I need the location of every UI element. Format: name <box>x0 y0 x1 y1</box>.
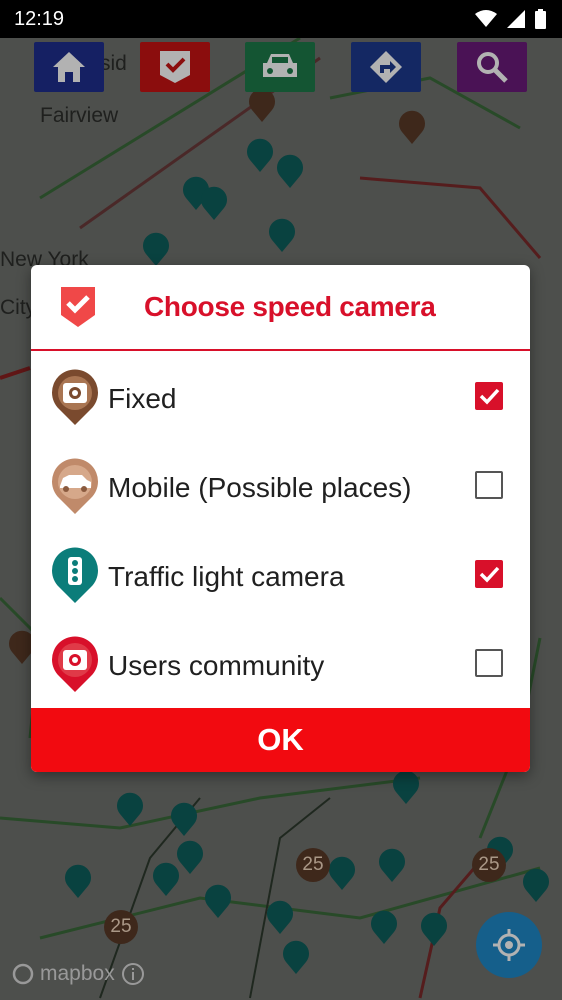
users-community-icon <box>52 636 98 692</box>
traffic-light-icon <box>52 547 98 603</box>
fixed-checkbox[interactable] <box>475 382 503 410</box>
mobile-camera-icon <box>52 458 98 514</box>
traffic-light-checkbox[interactable] <box>475 560 503 588</box>
option-fixed[interactable]: Fixed <box>31 355 530 444</box>
option-users-community[interactable]: Users community <box>31 622 530 711</box>
users-community-checkbox[interactable] <box>475 649 503 677</box>
ok-button[interactable]: OK <box>31 708 530 772</box>
choose-camera-dialog: Choose speed camera Fixed Mobile (Possib… <box>31 265 530 772</box>
option-label: Users community <box>108 650 325 681</box>
wifi-icon <box>475 10 497 27</box>
option-traffic-light[interactable]: Traffic light camera <box>31 533 530 622</box>
option-label: Fixed <box>108 383 177 414</box>
status-icons <box>475 9 546 29</box>
dialog-title: Choose speed camera <box>144 291 436 322</box>
signal-icon <box>507 10 525 28</box>
option-label: Mobile (Possible places) <box>108 472 412 503</box>
option-label: Traffic light camera <box>108 561 345 592</box>
mobile-checkbox[interactable] <box>475 471 503 499</box>
status-bar: 12:19 <box>0 0 562 38</box>
battery-icon <box>535 9 546 29</box>
check-icon <box>479 388 500 405</box>
shield-check-icon <box>61 287 95 327</box>
check-icon <box>479 566 500 583</box>
fixed-camera-icon <box>52 369 98 425</box>
option-mobile[interactable]: Mobile (Possible places) <box>31 444 530 533</box>
status-time: 12:19 <box>14 7 65 30</box>
dialog-header: Choose speed camera <box>31 265 530 351</box>
